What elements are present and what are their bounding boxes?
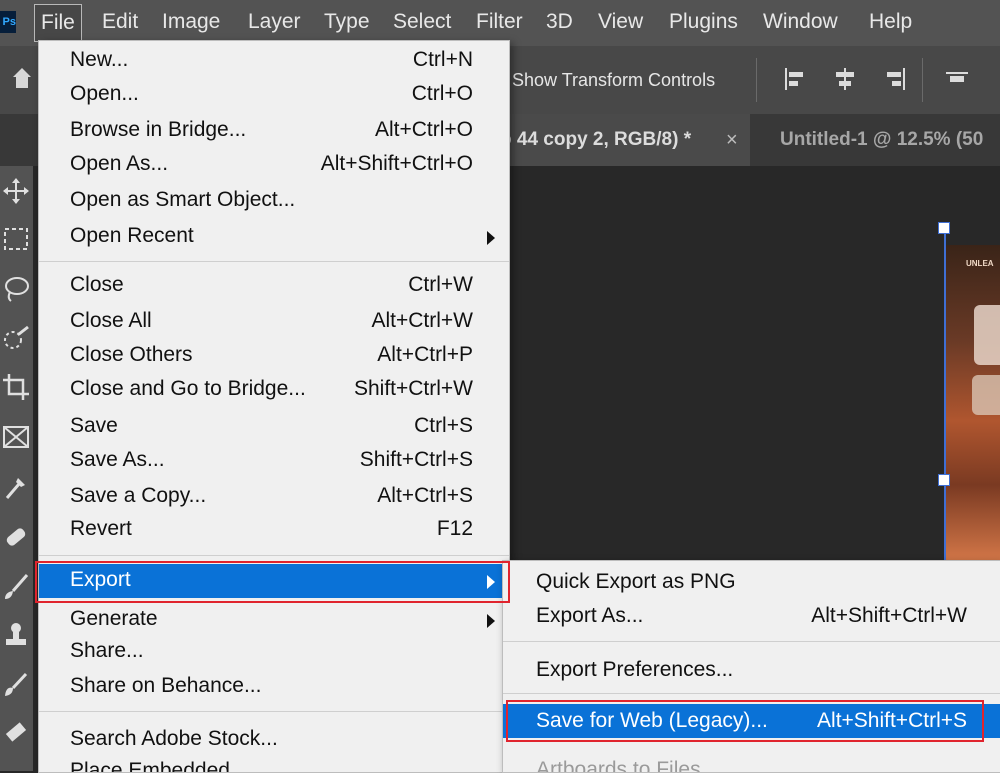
submenu-arrow-icon bbox=[487, 575, 495, 589]
file-menu-dropdown: New... Ctrl+N Open... Ctrl+O Browse in Bri… bbox=[38, 40, 510, 773]
menu-item-export-as[interactable]: Export As... Alt+Shift+Ctrl+W bbox=[503, 599, 1000, 633]
transform-bounding-box bbox=[944, 228, 946, 568]
menu-item-open-as-smart-object[interactable]: Open as Smart Object... bbox=[39, 184, 509, 218]
menu-item-save-a-copy[interactable]: Save a Copy... Alt+Ctrl+S bbox=[39, 480, 509, 514]
menu-item-revert[interactable]: Revert F12 bbox=[39, 513, 509, 547]
menu-item-export[interactable]: Export bbox=[39, 564, 509, 598]
artwork-text: UNLEA bbox=[966, 259, 994, 268]
align-right-edges-icon[interactable] bbox=[882, 66, 908, 92]
eraser-tool-icon[interactable] bbox=[1, 718, 31, 748]
artwork-shape bbox=[972, 375, 1000, 415]
menu-type[interactable]: Type bbox=[318, 4, 376, 40]
menu-item-share-on-behance[interactable]: Share on Behance... bbox=[39, 670, 509, 704]
menu-item-new[interactable]: New... Ctrl+N bbox=[39, 44, 509, 78]
artwork-shape bbox=[974, 305, 1000, 365]
menu-item-close-all[interactable]: Close All Alt+Ctrl+W bbox=[39, 305, 509, 339]
menu-item-open-recent[interactable]: Open Recent bbox=[39, 220, 509, 254]
healing-brush-tool-icon[interactable] bbox=[1, 522, 31, 552]
menu-help[interactable]: Help bbox=[863, 4, 918, 40]
menu-item-open[interactable]: Open... Ctrl+O bbox=[39, 78, 509, 112]
brush-tool-icon[interactable] bbox=[1, 572, 31, 602]
divider bbox=[922, 58, 923, 102]
show-transform-controls-label[interactable]: Show Transform Controls bbox=[512, 70, 715, 91]
document-artwork: UNLEA bbox=[946, 245, 1000, 565]
menu-item-close-and-go-to-bridge[interactable]: Close and Go to Bridge... Shift+Ctrl+W bbox=[39, 373, 509, 407]
lasso-tool-icon[interactable] bbox=[1, 274, 31, 304]
align-horizontal-centers-icon[interactable] bbox=[832, 66, 858, 92]
home-icon[interactable] bbox=[12, 66, 32, 90]
menu-item-artboards-to-files: Artboards to Files... bbox=[536, 758, 719, 773]
menu-item-open-as[interactable]: Open As... Alt+Shift+Ctrl+O bbox=[39, 148, 509, 182]
menu-separator bbox=[39, 555, 509, 556]
menu-separator bbox=[39, 711, 509, 712]
menu-window[interactable]: Window bbox=[757, 4, 844, 40]
tab-untitled-1[interactable]: Untitled-1 @ 12.5% (50 bbox=[760, 114, 1000, 166]
menu-item-place-embedded[interactable]: Place Embedded... bbox=[39, 755, 509, 772]
menu-filter[interactable]: Filter bbox=[470, 4, 529, 40]
submenu-arrow-icon bbox=[487, 614, 495, 628]
photoshop-logo: Ps bbox=[0, 11, 16, 33]
menu-item-close-others[interactable]: Close Others Alt+Ctrl+P bbox=[39, 339, 509, 373]
tools-panel bbox=[0, 166, 33, 771]
close-icon[interactable]: × bbox=[726, 114, 738, 166]
menu-item-quick-export-png[interactable]: Quick Export as PNG bbox=[503, 565, 1000, 599]
menu-separator bbox=[503, 641, 1000, 642]
export-submenu: Quick Export as PNG Export As... Alt+Shif… bbox=[502, 560, 1000, 773]
menu-item-close[interactable]: Close Ctrl+W bbox=[39, 269, 509, 303]
menu-item-share[interactable]: Share... bbox=[39, 635, 509, 669]
move-tool-icon[interactable] bbox=[1, 176, 31, 206]
menu-item-save-for-web-legacy[interactable]: Save for Web (Legacy)... Alt+Shift+Ctrl+S bbox=[503, 704, 1000, 738]
clone-stamp-tool-icon[interactable] bbox=[1, 620, 31, 650]
menu-view[interactable]: View bbox=[592, 4, 649, 40]
eyedropper-tool-icon[interactable] bbox=[1, 472, 31, 502]
menu-file[interactable]: File bbox=[34, 4, 82, 42]
align-top-edges-icon[interactable] bbox=[944, 66, 970, 92]
history-brush-tool-icon[interactable] bbox=[1, 670, 31, 700]
align-left-edges-icon[interactable] bbox=[782, 66, 808, 92]
submenu-arrow-icon bbox=[487, 231, 495, 245]
menu-3d[interactable]: 3D bbox=[540, 4, 579, 40]
menu-item-save-as[interactable]: Save As... Shift+Ctrl+S bbox=[39, 444, 509, 478]
menu-separator bbox=[39, 261, 509, 262]
menu-item-generate[interactable]: Generate bbox=[39, 603, 509, 637]
crop-tool-icon[interactable] bbox=[1, 372, 31, 402]
menu-item-browse-in-bridge[interactable]: Browse in Bridge... Alt+Ctrl+O bbox=[39, 114, 509, 148]
menu-item-search-adobe-stock[interactable]: Search Adobe Stock... bbox=[39, 723, 509, 757]
menu-edit[interactable]: Edit bbox=[96, 4, 144, 40]
divider bbox=[756, 58, 757, 102]
tab-title: o 44 copy 2, RGB/8) * bbox=[500, 129, 692, 150]
menu-select[interactable]: Select bbox=[387, 4, 457, 40]
quick-selection-tool-icon[interactable] bbox=[1, 324, 31, 354]
menu-image[interactable]: Image bbox=[156, 4, 226, 40]
menu-separator bbox=[503, 693, 1000, 694]
menu-item-export-preferences[interactable]: Export Preferences... bbox=[503, 653, 1000, 687]
menu-layer[interactable]: Layer bbox=[242, 4, 307, 40]
frame-tool-icon[interactable] bbox=[1, 422, 31, 452]
transform-handle[interactable] bbox=[938, 474, 950, 486]
menu-item-save[interactable]: Save Ctrl+S bbox=[39, 410, 509, 444]
tab-document-active[interactable]: o 44 copy 2, RGB/8) * × bbox=[500, 114, 750, 166]
transform-handle[interactable] bbox=[938, 222, 950, 234]
menu-plugins[interactable]: Plugins bbox=[663, 4, 744, 40]
marquee-tool-icon[interactable] bbox=[1, 224, 31, 254]
